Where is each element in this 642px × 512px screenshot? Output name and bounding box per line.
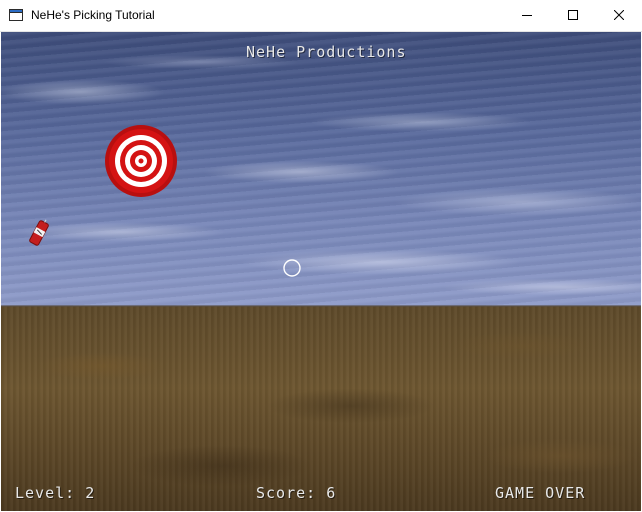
horizon [1, 305, 641, 307]
game-window: NeHe's Picking Tutorial NeHe Productions [0, 0, 642, 512]
target-icon[interactable] [104, 124, 178, 198]
dynamite-icon[interactable] [28, 218, 50, 248]
app-window-icon [9, 9, 23, 21]
game-viewport[interactable]: NeHe Productions Level: 2 Score: 6 GAME … [1, 32, 641, 511]
sky-background [1, 32, 641, 306]
minimize-button[interactable] [504, 0, 550, 31]
window-title: NeHe's Picking Tutorial [31, 8, 155, 22]
ground-background [1, 306, 641, 511]
minimize-icon [522, 15, 532, 16]
crosshair-icon [283, 259, 301, 277]
maximize-icon [568, 10, 578, 20]
level-indicator: Level: 2 [15, 484, 96, 502]
title-bar[interactable]: NeHe's Picking Tutorial [0, 0, 642, 32]
game-over-status: GAME OVER [495, 484, 586, 502]
close-button[interactable] [596, 0, 642, 31]
close-icon [614, 10, 624, 20]
score-indicator: Score: 6 [256, 484, 337, 502]
maximize-button[interactable] [550, 0, 596, 31]
hud-title: NeHe Productions [246, 43, 407, 61]
